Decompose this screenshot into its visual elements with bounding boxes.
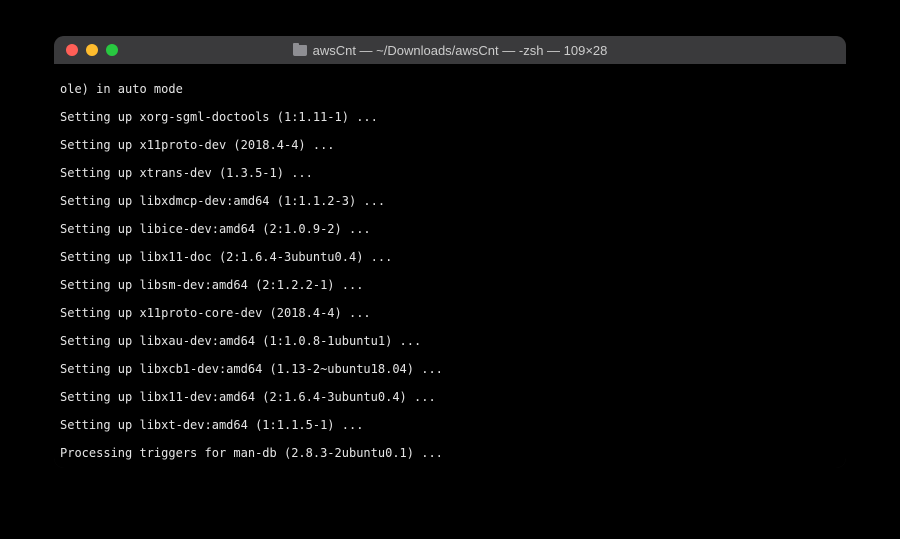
- output-line: ole) in auto mode: [60, 82, 840, 96]
- close-icon[interactable]: [66, 44, 78, 56]
- zoom-icon[interactable]: [106, 44, 118, 56]
- output-line: Setting up libxau-dev:amd64 (1:1.0.8-1ub…: [60, 334, 840, 348]
- terminal-window: awsCnt — ~/Downloads/awsCnt — -zsh — 109…: [54, 36, 846, 468]
- titlebar[interactable]: awsCnt — ~/Downloads/awsCnt — -zsh — 109…: [54, 36, 846, 64]
- output-line: Setting up libxdmcp-dev:amd64 (1:1.1.2-3…: [60, 194, 840, 208]
- output-line: Setting up libxt-dev:amd64 (1:1.1.5-1) .…: [60, 418, 840, 432]
- output-line: Setting up xtrans-dev (1.3.5-1) ...: [60, 166, 840, 180]
- traffic-lights: [54, 44, 118, 56]
- minimize-icon[interactable]: [86, 44, 98, 56]
- window-title-text: awsCnt — ~/Downloads/awsCnt — -zsh — 109…: [313, 43, 608, 58]
- window-title: awsCnt — ~/Downloads/awsCnt — -zsh — 109…: [54, 43, 846, 58]
- output-line: Setting up libice-dev:amd64 (2:1.0.9-2) …: [60, 222, 840, 236]
- terminal-output[interactable]: ole) in auto mode Setting up xorg-sgml-d…: [54, 64, 846, 468]
- output-line: Setting up libxcb1-dev:amd64 (1.13-2~ubu…: [60, 362, 840, 376]
- output-line: Setting up x11proto-core-dev (2018.4-4) …: [60, 306, 840, 320]
- output-line: Setting up x11proto-dev (2018.4-4) ...: [60, 138, 840, 152]
- folder-icon: [293, 45, 307, 56]
- output-line: Processing triggers for man-db (2.8.3-2u…: [60, 446, 840, 460]
- output-line: Setting up libsm-dev:amd64 (2:1.2.2-1) .…: [60, 278, 840, 292]
- output-line: Setting up libx11-dev:amd64 (2:1.6.4-3ub…: [60, 390, 840, 404]
- output-line: Setting up xorg-sgml-doctools (1:1.11-1)…: [60, 110, 840, 124]
- output-line: Setting up libx11-doc (2:1.6.4-3ubuntu0.…: [60, 250, 840, 264]
